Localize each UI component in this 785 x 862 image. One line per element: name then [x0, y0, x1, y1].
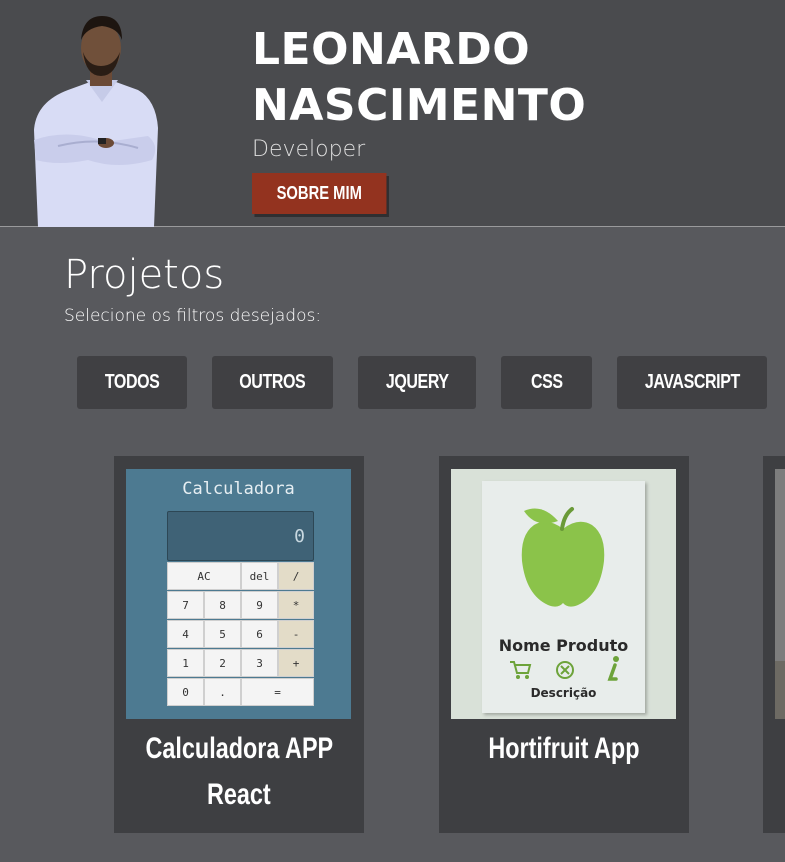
project-card-title: Hortifruit App: [439, 726, 689, 772]
product-actions: [482, 656, 645, 683]
filter-label: CSS: [530, 371, 563, 393]
calc-key: 9: [241, 591, 278, 619]
project-card-partial[interactable]: [763, 456, 785, 833]
calculator-thumbnail: Calculadora 0 AC del / 7 8 9 * 4 5 6 - 1…: [126, 469, 351, 719]
calculator-display: 0: [167, 511, 314, 561]
filter-label: JAVASCRIPT: [644, 371, 740, 393]
name-line-1: LEONARDO: [252, 24, 531, 75]
hortifruit-thumbnail: Nome Produto Descrição: [451, 469, 676, 719]
calc-key: *: [278, 591, 314, 619]
calc-key: -: [278, 620, 314, 648]
calc-key: 0: [167, 678, 204, 706]
profile-role: Developer: [252, 137, 366, 162]
project-card-calculadora[interactable]: Calculadora 0 AC del / 7 8 9 * 4 5 6 - 1…: [114, 456, 364, 833]
calc-key: 7: [167, 591, 204, 619]
calc-key: 1: [167, 649, 204, 677]
product-description: Descrição: [530, 686, 597, 700]
project-card-title: Calculadora APP React: [114, 726, 364, 818]
filter-javascript[interactable]: JAVASCRIPT: [617, 356, 767, 409]
project-title-line-1: Hortifruit App: [488, 732, 640, 765]
name-line-2: NASCIMENTO: [252, 80, 587, 131]
project-thumbnail-detail: [775, 661, 785, 719]
calc-key: 5: [204, 620, 241, 648]
filter-outros[interactable]: OUTROS: [212, 356, 333, 409]
projects-title: Projetos: [64, 252, 225, 298]
cart-icon: [510, 661, 532, 679]
remove-icon: [556, 661, 574, 679]
calc-key: .: [204, 678, 241, 706]
filter-label: TODOS: [104, 371, 160, 393]
apple-icon: [521, 507, 605, 607]
filter-todos[interactable]: TODOS: [77, 356, 187, 409]
filter-jquery[interactable]: JQUERY: [358, 356, 476, 409]
about-me-button[interactable]: SOBRE MIM: [252, 173, 387, 214]
calc-key: del: [241, 562, 278, 590]
calc-key: 6: [241, 620, 278, 648]
profile-header: LEONARDO NASCIMENTO Developer SOBRE MIM: [0, 0, 785, 227]
calc-key: =: [241, 678, 314, 706]
calc-key: 4: [167, 620, 204, 648]
project-title-line-2: React: [207, 778, 271, 811]
filter-css[interactable]: CSS: [501, 356, 592, 409]
calc-key: 2: [204, 649, 241, 677]
filter-label: OUTROS: [239, 371, 306, 393]
calculator-heading: Calculadora: [182, 479, 295, 499]
profile-name: LEONARDO NASCIMENTO: [252, 22, 586, 134]
filter-label: JQUERY: [385, 371, 449, 393]
calc-key: AC: [167, 562, 241, 590]
info-icon: [607, 656, 619, 681]
product-name: Nome Produto: [498, 636, 629, 655]
profile-photo: [34, 16, 158, 227]
projects-subtitle: Selecione os filtros desejados:: [64, 306, 322, 326]
calc-key: 8: [204, 591, 241, 619]
calc-key: 3: [241, 649, 278, 677]
product-card: Nome Produto Descrição: [482, 481, 645, 713]
filter-bar: TODOS OUTROS JQUERY CSS JAVASCRIPT: [0, 356, 785, 410]
calc-key: +: [278, 649, 314, 677]
project-title-line-1: Calculadora APP: [145, 732, 333, 765]
calc-key: /: [278, 562, 314, 590]
project-card-hortifruit[interactable]: Nome Produto Descrição Hortifruit App: [439, 456, 689, 833]
